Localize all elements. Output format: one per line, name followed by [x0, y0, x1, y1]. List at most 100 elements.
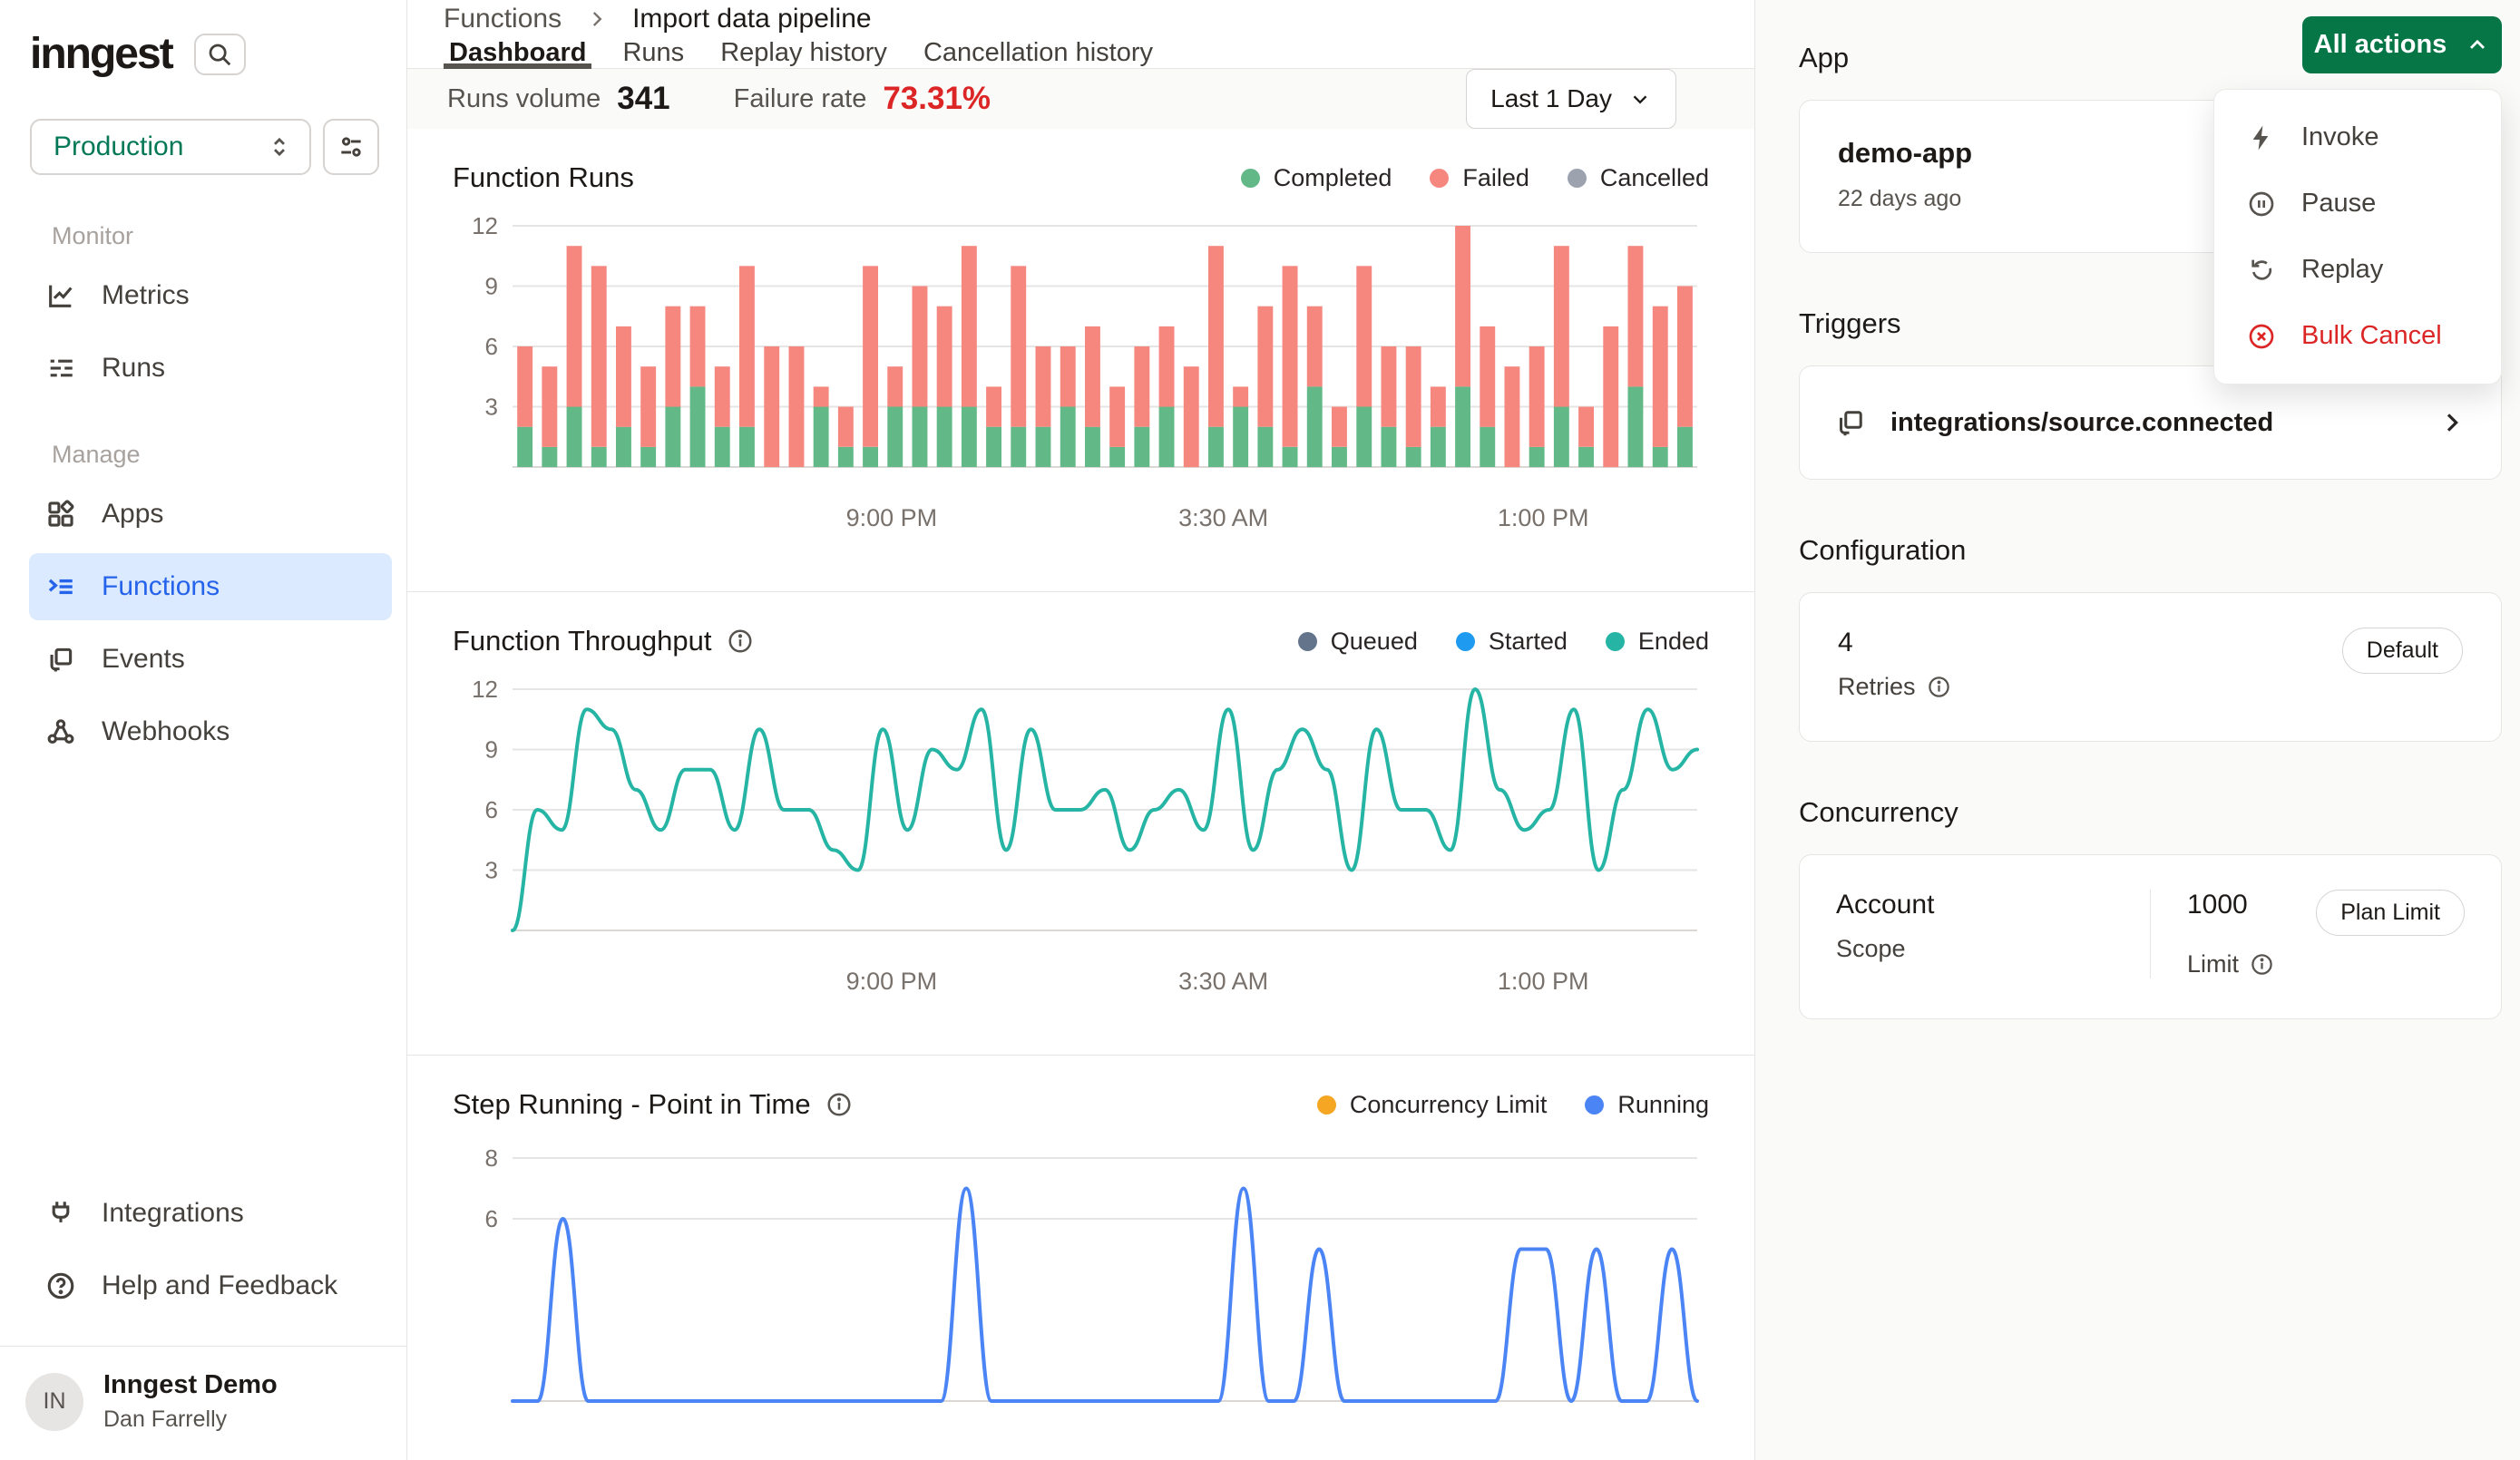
completed-dot: [1241, 169, 1260, 188]
all-actions-menu: Invoke Pause Replay Bulk Cancel: [2213, 89, 2502, 384]
tab-runs[interactable]: Runs: [604, 38, 702, 68]
all-actions-button[interactable]: All actions: [2302, 16, 2502, 73]
plan-limit-badge: Plan Limit: [2316, 890, 2465, 936]
sidebar-section-monitor: Monitor: [52, 222, 406, 250]
concurrency-heading: Concurrency: [1799, 796, 2502, 829]
svg-text:9: 9: [485, 273, 498, 300]
sidebar-item-apps[interactable]: Apps: [29, 481, 392, 548]
tab-cancellation-history[interactable]: Cancellation history: [905, 38, 1171, 68]
chevron-down-icon: [1628, 87, 1652, 111]
concurrency-card: Account Scope 1000 Plan Limit Limit: [1799, 854, 2502, 1019]
menu-item-label: Replay: [2301, 255, 2383, 285]
svg-text:12: 12: [472, 212, 498, 239]
sidebar-item-label: Webhooks: [102, 716, 230, 747]
topbar: Functions Import data pipeline: [407, 0, 1754, 38]
chevron-up-icon: [2465, 33, 2490, 58]
sidebar-item-label: Integrations: [102, 1198, 244, 1229]
user-menu[interactable]: IN Inngest Demo Dan Farrelly: [0, 1346, 406, 1460]
time-range-select[interactable]: Last 1 Day: [1466, 69, 1676, 129]
step-running-legend: Concurrency Limit Running: [1317, 1091, 1709, 1119]
sidebar-item-metrics[interactable]: Metrics: [29, 262, 392, 329]
search-button[interactable]: [194, 34, 246, 75]
tab-dashboard[interactable]: Dashboard: [431, 38, 604, 68]
menu-item-invoke[interactable]: Invoke: [2214, 104, 2501, 170]
pause-circle-icon: [2247, 190, 2276, 219]
started-dot: [1456, 632, 1475, 651]
retries-card: 4 Retries Default: [1799, 592, 2502, 742]
legend-started: Started: [1456, 628, 1568, 656]
sidebar-item-events[interactable]: Events: [29, 626, 392, 693]
step-running-chart: 68: [453, 1134, 1704, 1460]
breadcrumb-functions-link[interactable]: Functions: [444, 4, 562, 34]
function-throughput-card: Function Throughput Queued Started Ended…: [407, 592, 1754, 1056]
function-runs-header: Function Runs Completed Failed Cancelled: [453, 161, 1709, 194]
step-running-header: Step Running - Point in Time Concurrency…: [453, 1088, 1709, 1121]
environment-select[interactable]: Production: [30, 119, 311, 175]
svg-text:9:00 PM: 9:00 PM: [846, 504, 938, 531]
svg-text:3:30 AM: 3:30 AM: [1178, 968, 1268, 995]
concurrency-scope-block: Account Scope: [1800, 890, 2150, 978]
chevron-right-icon: [585, 7, 609, 31]
concurrency-limit-block: 1000 Plan Limit Limit: [2150, 890, 2501, 978]
failure-rate-value: 73.31%: [883, 81, 991, 117]
menu-item-label: Pause: [2301, 189, 2376, 219]
info-icon[interactable]: [1927, 675, 1951, 699]
menu-item-replay[interactable]: Replay: [2214, 237, 2501, 303]
function-throughput-legend: Queued Started Ended: [1298, 628, 1709, 656]
info-icon[interactable]: [2250, 952, 2274, 977]
menu-item-bulk-cancel[interactable]: Bulk Cancel: [2214, 303, 2501, 369]
ended-dot: [1606, 632, 1625, 651]
legend-queued: Queued: [1298, 628, 1418, 656]
function-throughput-title: Function Throughput: [453, 625, 712, 657]
webhook-icon: [45, 716, 76, 747]
menu-item-pause[interactable]: Pause: [2214, 170, 2501, 237]
user-name: Inngest Demo: [103, 1370, 278, 1400]
replay-arrow-icon: [2247, 256, 2276, 285]
user-subtitle: Dan Farrelly: [103, 1406, 278, 1433]
info-icon[interactable]: [825, 1091, 853, 1118]
sidebar-item-functions[interactable]: Functions: [29, 553, 392, 620]
svg-text:1:00 PM: 1:00 PM: [1498, 504, 1589, 531]
trigger-event-name: integrations/source.connected: [1890, 408, 2273, 438]
runs-volume-value: 341: [617, 81, 669, 117]
sidebar-item-help[interactable]: Help and Feedback: [29, 1252, 392, 1319]
svg-text:8: 8: [485, 1144, 498, 1172]
inngest-dashboard: inngest Production Monitor: [0, 0, 2520, 1460]
legend-failed: Failed: [1430, 164, 1529, 192]
queued-dot: [1298, 632, 1317, 651]
environment-filter-button[interactable]: [323, 119, 379, 175]
function-runs-card: Function Runs Completed Failed Cancelled…: [407, 129, 1754, 592]
concurrency-limit-dot: [1317, 1095, 1336, 1114]
all-actions-label: All actions: [2314, 30, 2447, 60]
sidebar-item-runs[interactable]: Runs: [29, 335, 392, 402]
user-info: Inngest Demo Dan Farrelly: [103, 1370, 278, 1433]
sidebar-spacer: [0, 768, 406, 1177]
svg-text:6: 6: [485, 333, 498, 360]
legend-completed: Completed: [1241, 164, 1392, 192]
chevron-updown-icon: [266, 133, 293, 161]
plug-icon: [45, 1198, 76, 1229]
scope-value: Account: [1836, 890, 2114, 920]
svg-text:12: 12: [472, 676, 498, 703]
failed-dot: [1430, 169, 1449, 188]
runs-volume-label: Runs volume: [447, 84, 601, 114]
tab-replay-history[interactable]: Replay history: [702, 38, 905, 68]
svg-text:6: 6: [485, 1205, 498, 1232]
sidebar-item-integrations[interactable]: Integrations: [29, 1180, 392, 1247]
legend-running: Running: [1585, 1091, 1709, 1119]
function-throughput-chart: 369129:00 PM3:30 AM1:00 PM: [453, 670, 1704, 1015]
inngest-logo: inngest: [30, 29, 172, 79]
limit-value: 1000: [2187, 890, 2248, 920]
sidebar: inngest Production Monitor: [0, 0, 407, 1460]
function-throughput-header: Function Throughput Queued Started Ended: [453, 625, 1709, 657]
info-icon[interactable]: [727, 628, 754, 655]
menu-item-label: Invoke: [2301, 122, 2378, 152]
breadcrumb-current: Import data pipeline: [632, 4, 872, 34]
step-running-title: Step Running - Point in Time: [453, 1088, 811, 1121]
running-dot: [1585, 1095, 1604, 1114]
list-runs-icon: [45, 353, 76, 384]
sidebar-section-manage: Manage: [52, 441, 406, 469]
event-copy-icon: [1834, 406, 1867, 439]
bolt-icon: [2247, 123, 2276, 152]
sidebar-item-webhooks[interactable]: Webhooks: [29, 698, 392, 765]
